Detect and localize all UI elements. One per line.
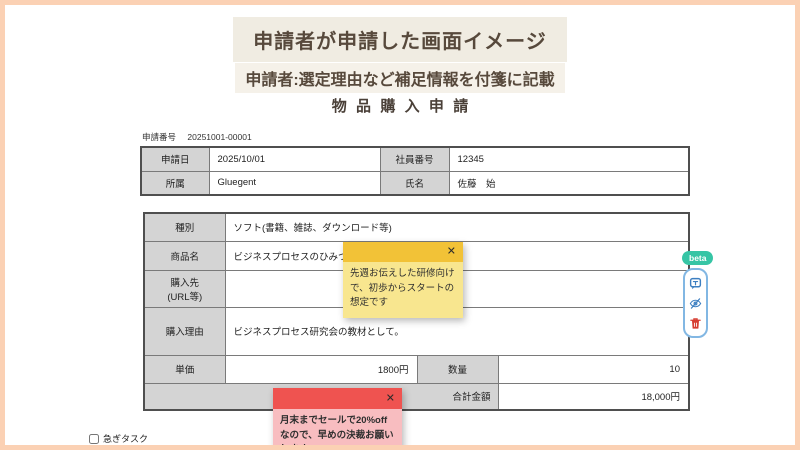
sticky-note-toolbar [683,268,708,338]
sticky-note-yellow-header: ✕ [343,242,463,262]
purchase-source-label-line1: 購入先 [170,278,199,289]
sticky-note-red-header: ✕ [273,388,402,409]
applicant-info-table: 申請日 2025/10/01 社員番号 12345 所属 Gluegent 氏名… [140,146,690,196]
banner-subtitle-row: 申請者:選定理由など補足情報を付箋に記載 [5,63,795,93]
application-number: 申請番号 20251001-00001 [142,131,252,143]
page-subtitle: 申請者:選定理由など補足情報を付箋に記載 [235,63,564,93]
sticky-note-red[interactable]: ✕ 月末までセールで20%offなので、早めの決裁お願いします [273,388,402,450]
category-value: ソフト(書籍、雑誌、ダウンロード等) [225,213,689,241]
close-icon[interactable]: ✕ [386,393,395,404]
apply-date-label: 申請日 [141,147,209,171]
category-label: 種別 [144,213,225,241]
employee-no-label: 社員番号 [380,147,449,171]
department-value: Gluegent [209,171,380,195]
unit-price-label: 単価 [144,355,225,383]
page-title: 申請者が申請した画面イメージ [233,17,567,62]
quantity-label: 数量 [417,355,498,383]
table-row: 申請日 2025/10/01 社員番号 12345 [141,147,689,171]
apply-date-value: 2025/10/01 [209,147,380,171]
name-value: 佐藤 始 [449,171,689,195]
sticky-note-red-text: 月末までセールで20%offなので、早めの決裁お願いします [273,409,402,450]
urgent-task-row: 急ぎタスク [89,432,148,445]
delete-trash-icon[interactable] [689,317,702,330]
hide-eye-icon[interactable] [689,297,702,310]
sticky-note-yellow-text: 先週お伝えした研修向けで、初歩からスタートの想定です [343,262,463,318]
close-icon[interactable]: ✕ [447,247,456,258]
urgent-task-checkbox[interactable] [89,434,99,444]
employee-no-value: 12345 [449,147,689,171]
form-title: 物品購入申請 [322,95,477,116]
name-label: 氏名 [380,171,449,195]
table-row: 単価 1800円 数量 10 [144,355,689,383]
purchase-source-label: 購入先 (URL等) [144,270,225,307]
purchase-reason-label: 購入理由 [144,307,225,355]
form-title-row: 物品購入申請 [5,95,795,116]
table-row: 合計金額 18,000円 [144,383,689,410]
sticky-note-yellow[interactable]: ✕ 先週お伝えした研修向けで、初歩からスタートの想定です [343,242,463,318]
table-row: 種別 ソフト(書籍、雑誌、ダウンロード等) [144,213,689,241]
banner-title-row: 申請者が申請した画面イメージ [5,17,795,62]
urgent-task-label: 急ぎタスク [103,432,148,445]
beta-badge: beta [682,251,713,265]
quantity-value: 10 [498,355,689,383]
product-name-label: 商品名 [144,241,225,270]
unit-price-value: 1800円 [225,355,417,383]
text-note-icon[interactable] [689,277,702,290]
total-amount-value: 18,000円 [498,383,689,410]
application-number-value: 20251001-00001 [187,132,251,142]
table-row: 所属 Gluegent 氏名 佐藤 始 [141,171,689,195]
purchase-source-label-line2: (URL等) [145,289,225,303]
department-label: 所属 [141,171,209,195]
applicant-form-screenshot: 申請者が申請した画面イメージ 申請者:選定理由など補足情報を付箋に記載 物品購入… [0,0,800,450]
application-number-label: 申請番号 [142,132,176,142]
